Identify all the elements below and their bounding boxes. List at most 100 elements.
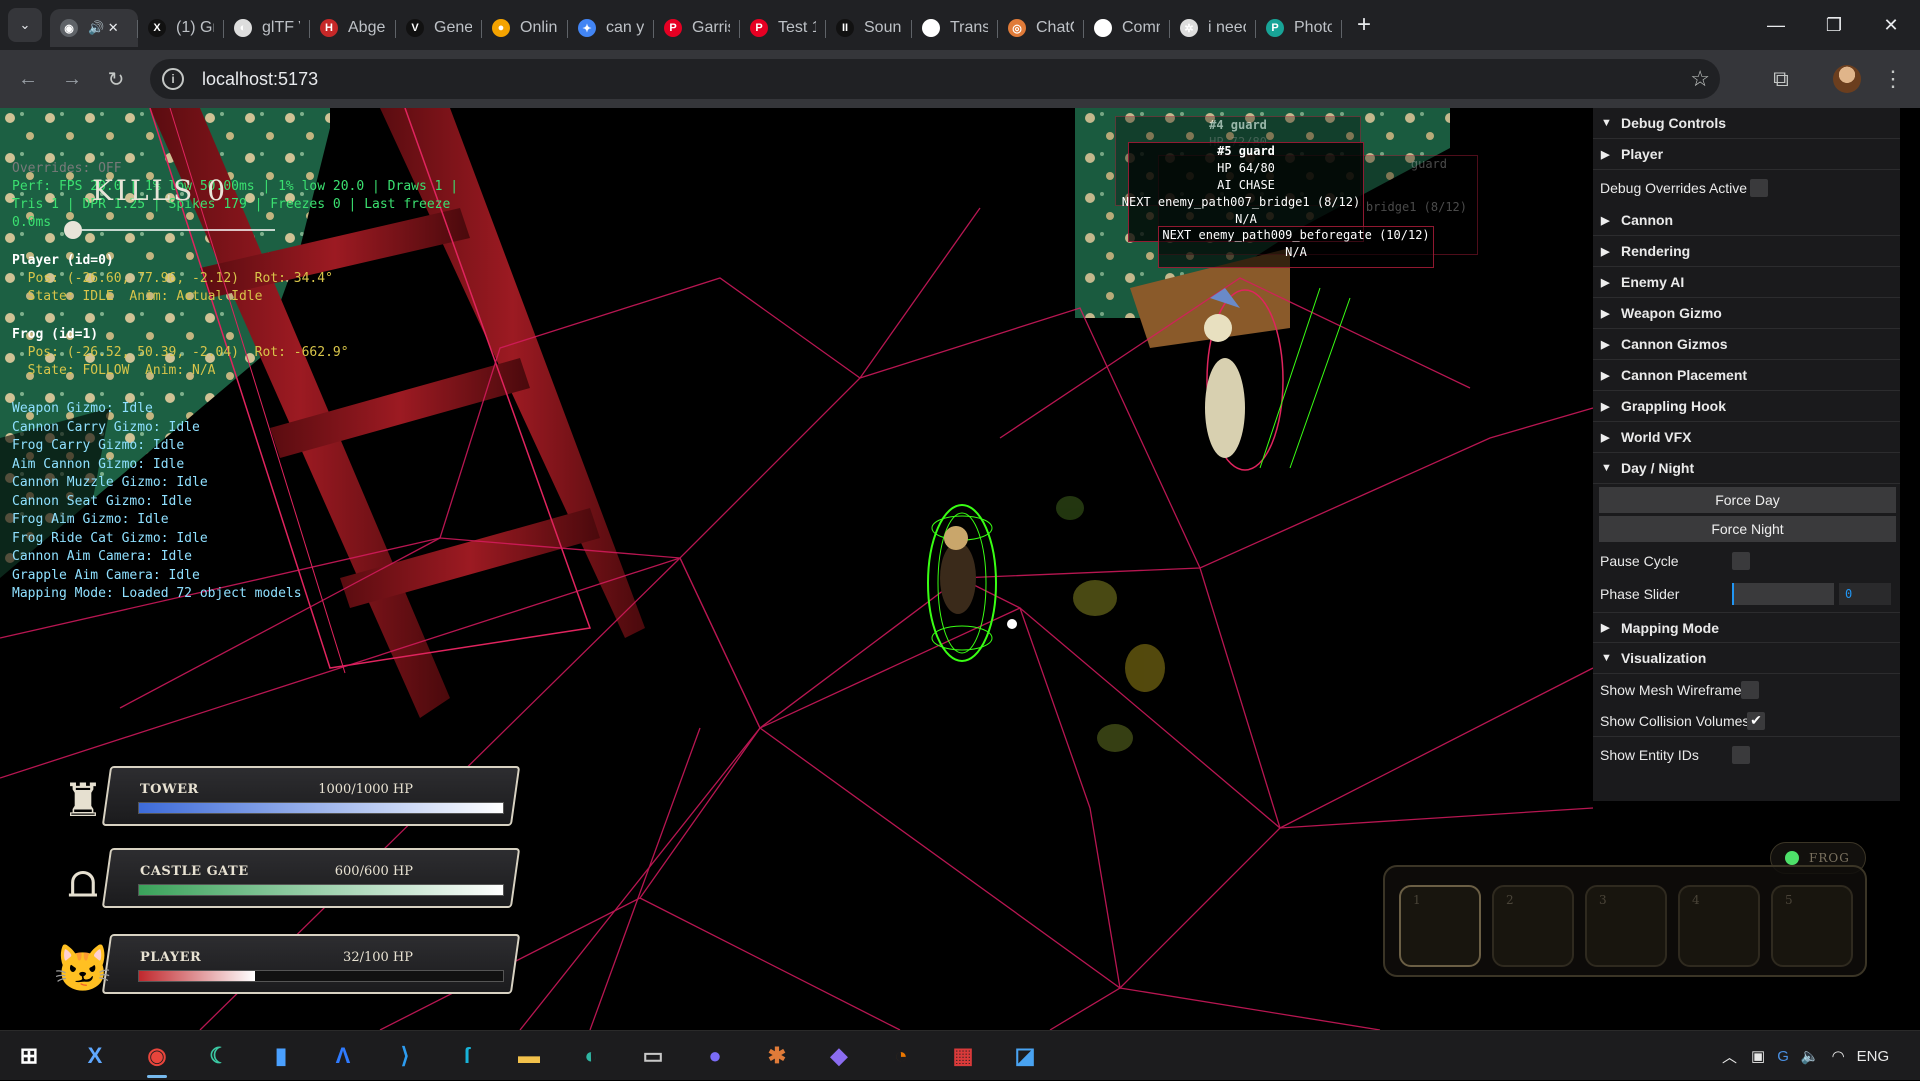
tab-9[interactable]: II Sound <box>826 9 912 47</box>
pause-cycle-checkbox[interactable] <box>1732 551 1750 570</box>
force-night-button[interactable]: Force Night <box>1599 516 1896 542</box>
tab-list: ◉ 🔊 ✕ X (1) Grok ◐ glTF Viewer H Abgemacht V Gene… <box>50 3 1342 47</box>
chevron-down-icon: ▼ <box>1601 652 1612 664</box>
hotbar-slot-3[interactable]: 3 <box>1585 885 1667 967</box>
wifi-icon[interactable]: ◠ <box>1832 1047 1845 1065</box>
vscode-icon[interactable]: ⟩ <box>386 1037 424 1075</box>
file-explorer-icon[interactable]: ▬ <box>510 1037 548 1075</box>
hotbar-slot-4[interactable]: 4 <box>1678 885 1760 967</box>
tab-3[interactable]: H Abgemacht <box>310 9 396 47</box>
folder-mapping-mode-label: Mapping Mode <box>1621 619 1719 636</box>
phase-value-input[interactable]: 0 <box>1839 583 1891 605</box>
affinity-designer-icon[interactable]: ſ <box>448 1037 486 1075</box>
gizmo-status-line: Cannon Aim Camera: Idle <box>12 549 193 564</box>
edge-wave-icon[interactable]: ☾ <box>200 1037 238 1075</box>
tab-search-button[interactable]: ⌄ <box>8 8 42 42</box>
tab-2[interactable]: ◐ glTF Viewer <box>224 9 310 47</box>
folder-cannon-gizmos[interactable]: ▶ Cannon Gizmos <box>1593 329 1900 360</box>
url-text[interactable]: localhost:5173 <box>202 69 318 90</box>
folder-visualization[interactable]: ▼ Visualization <box>1593 643 1900 674</box>
reload-button[interactable]: ↻ <box>98 61 134 97</box>
winrar-icon[interactable]: ▦ <box>944 1037 982 1075</box>
folder-cannon[interactable]: ▶ Cannon <box>1593 205 1900 236</box>
paint-icon[interactable]: ◪ <box>1006 1037 1044 1075</box>
folder-rendering[interactable]: ▶ Rendering <box>1593 236 1900 267</box>
profile-avatar[interactable] <box>1829 61 1865 97</box>
bookmark-star-icon[interactable]: ☆ <box>1690 66 1710 92</box>
phase-slider[interactable] <box>1732 583 1834 605</box>
folder-world-vfx[interactable]: ▶ World VFX <box>1593 422 1900 453</box>
folder-weapon-gizmo[interactable]: ▶ Weapon Gizmo <box>1593 298 1900 329</box>
folder-player[interactable]: ▶ Player <box>1593 139 1900 170</box>
affinity-icon[interactable]: Λ <box>324 1037 362 1075</box>
folder-day-night[interactable]: ▼ Day / Night <box>1593 453 1900 484</box>
notepad-icon[interactable]: ▮ <box>262 1037 300 1075</box>
new-tab-button[interactable]: + <box>1348 9 1380 41</box>
show-mesh-wireframe-checkbox[interactable] <box>1741 680 1759 699</box>
chevron-down-icon: ▼ <box>1601 462 1612 474</box>
extensions-icon[interactable]: ⧉ <box>1763 61 1799 97</box>
obsidian-icon[interactable]: ◆ <box>820 1037 858 1075</box>
tab-8[interactable]: P Test 1, <box>740 9 826 47</box>
terminal-icon[interactable]: ▭ <box>634 1037 672 1075</box>
site-info-icon[interactable]: i <box>162 68 184 90</box>
player-debug-state: State: IDLE Anim: Actual Idle <box>12 289 263 304</box>
chevron-right-icon: ▶ <box>1601 400 1610 413</box>
tab-audio-close-icons[interactable]: 🔊 ✕ <box>88 20 119 36</box>
volume-icon[interactable]: 🔈 <box>1801 1047 1820 1065</box>
folder-debug-controls[interactable]: ▼ Debug Controls <box>1593 108 1900 139</box>
tab-5[interactable]: ● Online <box>482 9 568 47</box>
tower-icon: ♜ <box>62 774 104 826</box>
tab-14[interactable]: P Photopea <box>1256 9 1342 47</box>
gizmo-status-list: Weapon Gizmo: Idle Cannon Carry Gizmo: Id… <box>12 400 302 604</box>
chevron-up-icon[interactable]: ︿ <box>1722 1046 1737 1067</box>
folder-mapping-mode[interactable]: ▶ Mapping Mode <box>1593 612 1900 643</box>
folder-cannon-placement[interactable]: ▶ Cannon Placement <box>1593 360 1900 391</box>
restore-button[interactable]: ❐ <box>1805 0 1863 50</box>
hotbar-slot-2[interactable]: 2 <box>1492 885 1574 967</box>
guard-6-na: N/A <box>1285 245 1307 259</box>
menu-kebab-icon[interactable]: ⋮ <box>1875 61 1911 97</box>
tab-12[interactable]: ◉ Commit <box>1084 9 1170 47</box>
capcut-x-icon[interactable]: X <box>76 1037 114 1075</box>
claude-icon[interactable]: ✱ <box>758 1037 796 1075</box>
show-collision-volumes-checkbox[interactable]: ✔ <box>1747 711 1765 730</box>
tab-1[interactable]: X (1) Grok <box>138 9 224 47</box>
x-logo-icon: X <box>148 19 166 37</box>
language-indicator[interactable]: ENG <box>1857 1048 1890 1065</box>
folder-cannon-gizmos-label: Cannon Gizmos <box>1621 336 1728 352</box>
folder-player-label: Player <box>1621 146 1664 162</box>
edge-icon[interactable]: ◐ <box>572 1037 610 1075</box>
tab-7[interactable]: P Garrison <box>654 9 740 47</box>
tab-13[interactable]: ✲ i need <box>1170 9 1256 47</box>
tab-6[interactable]: ✦ can you <box>568 9 654 47</box>
minimize-button[interactable]: — <box>1747 0 1805 50</box>
chevron-right-icon: ▶ <box>1601 245 1610 258</box>
chat-app-icon[interactable]: ● <box>696 1037 734 1075</box>
forward-button[interactable]: → <box>54 61 90 97</box>
show-entity-ids-checkbox[interactable] <box>1732 745 1750 764</box>
gate-hp: 600/600 HP <box>334 864 413 879</box>
address-bar[interactable]: i localhost:5173 ☆ <box>150 59 1720 99</box>
start-windows-icon[interactable]: ⊞ <box>10 1037 48 1075</box>
overrides-active-checkbox[interactable] <box>1750 178 1768 197</box>
hotbar-slot-1[interactable]: 1 <box>1399 885 1481 967</box>
hotbar-slot-5[interactable]: 5 <box>1771 885 1853 967</box>
chrome-icon[interactable]: ◉ <box>138 1037 176 1078</box>
tab-0[interactable]: ◉ 🔊 ✕ <box>50 9 138 47</box>
game-viewport[interactable]: Overrides: OFF Perf: FPS 20.0 | 1% low 5… <box>0 108 1920 1030</box>
folder-enemy-ai[interactable]: ▶ Enemy AI <box>1593 267 1900 298</box>
force-day-button[interactable]: Force Day <box>1599 487 1896 513</box>
folder-enemy-ai-label: Enemy AI <box>1621 274 1685 290</box>
close-window-button[interactable]: ✕ <box>1862 0 1920 50</box>
tab-4[interactable]: V Generate <box>396 9 482 47</box>
gizmo-status-line: Mapping Mode: Loaded 72 object models <box>12 586 302 601</box>
g-app-icon[interactable]: G <box>1777 1048 1789 1065</box>
tab-11[interactable]: ◎ ChatGPT <box>998 9 1084 47</box>
blender-icon[interactable]: ◔ <box>882 1037 920 1075</box>
frog-status-dot <box>1785 851 1799 865</box>
back-button[interactable]: ← <box>10 61 46 97</box>
tab-10[interactable]: ⚙ Transparent <box>912 9 998 47</box>
device-icon[interactable]: ▣ <box>1751 1047 1765 1065</box>
folder-grappling-hook[interactable]: ▶ Grappling Hook <box>1593 391 1900 422</box>
